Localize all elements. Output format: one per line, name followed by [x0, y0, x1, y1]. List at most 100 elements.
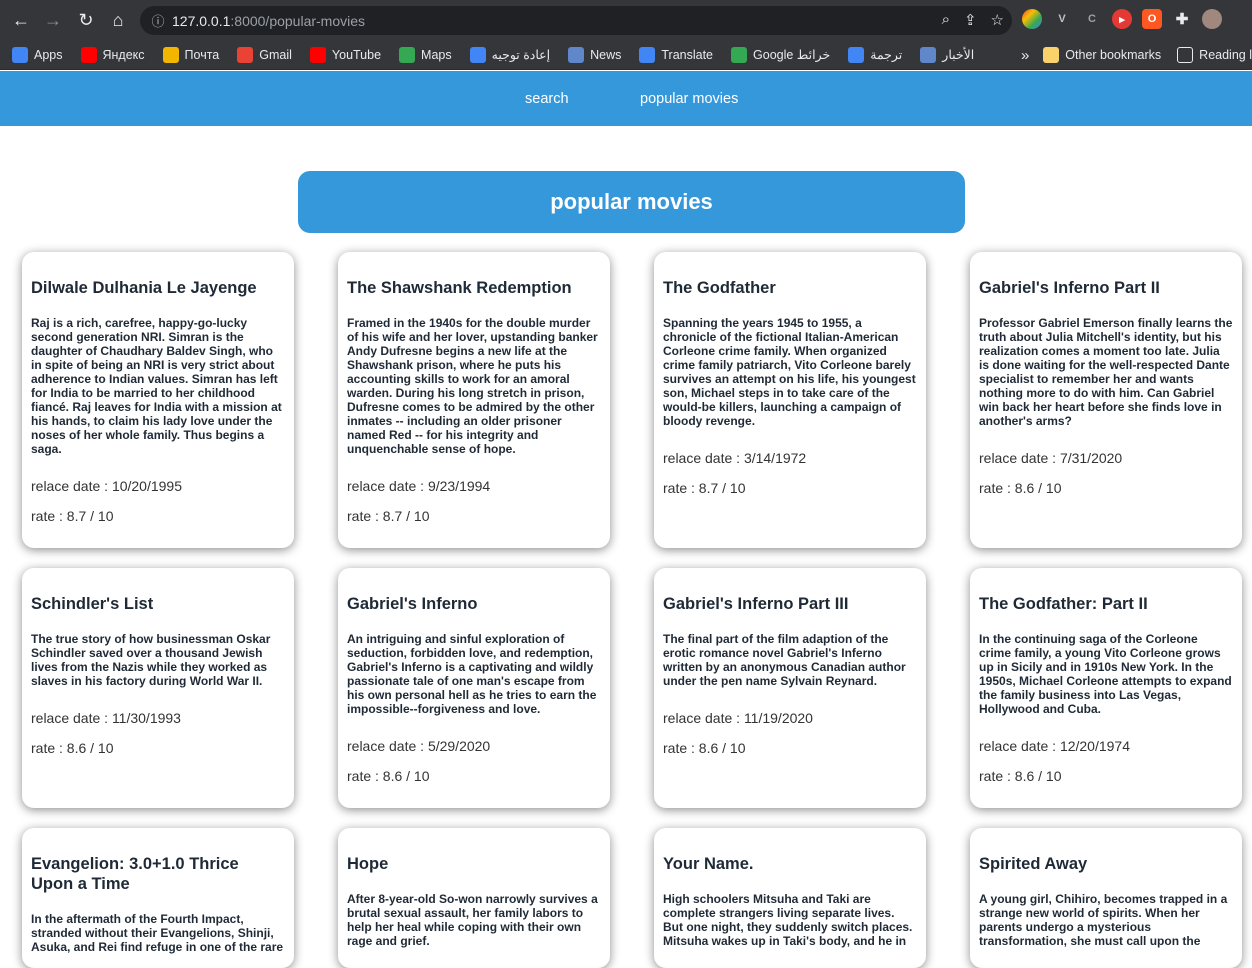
folder-icon — [1043, 47, 1060, 63]
app-navbar: search popular movies — [0, 71, 1252, 126]
movie-overview: In the aftermath of the Fourth Impact, s… — [31, 912, 284, 954]
bookmark-item[interactable]: Яндекс — [80, 46, 145, 63]
back-icon[interactable]: ← — [6, 5, 36, 35]
movie-card[interactable]: Schindler's List The true story of how bu… — [22, 568, 294, 808]
movie-overview: The true story of how businessman Oskar … — [31, 632, 271, 688]
movie-title: Spirited Away — [979, 855, 1088, 873]
browser-toolbar: ← → ↻ ⌂ ⓘ 127.0.0.1:8000/popular-movies … — [0, 0, 1252, 40]
movie-rating: rate : 8.7 / 10 — [31, 508, 114, 524]
movie-release-date: relace date : 5/29/2020 — [347, 738, 491, 754]
bookmark-item[interactable]: إعادة توجيه — [469, 46, 550, 63]
movie-overview: Framed in the 1940s for the double murde… — [347, 316, 598, 456]
movie-card[interactable]: Hope After 8-year-old So-won narrowly sur… — [338, 828, 610, 968]
yandex-icon — [80, 46, 97, 63]
movie-overview: A young girl, Chihiro, becomes trapped i… — [979, 892, 1228, 948]
home-icon[interactable]: ⌂ — [103, 5, 133, 35]
forward-icon[interactable]: → — [38, 5, 68, 35]
movie-card[interactable]: Evangelion: 3.0+1.0 Thrice Upon a Time In… — [22, 828, 294, 968]
zoom-icon[interactable]: ⌕ — [942, 11, 950, 29]
movie-title: The Godfather: Part II — [979, 595, 1148, 613]
other-bookmarks[interactable]: Other bookmarks — [1043, 47, 1161, 63]
news-icon — [920, 46, 937, 63]
movie-rating: rate : 8.7 / 10 — [347, 508, 430, 524]
address-bar[interactable]: ⓘ 127.0.0.1:8000/popular-movies ⌕ ⇪ ☆ — [140, 6, 1012, 35]
movie-rating: rate : 8.6 / 10 — [347, 768, 430, 784]
share-icon[interactable]: ⇪ — [964, 11, 977, 29]
movie-overview: Spanning the years 1945 to 1955, a chron… — [663, 316, 916, 428]
movie-release-date: relace date : 7/31/2020 — [979, 450, 1123, 466]
gmail-icon — [237, 46, 254, 63]
movie-card[interactable]: Gabriel's Inferno Part II Professor Gabri… — [970, 252, 1242, 548]
movie-release-date: relace date : 9/23/1994 — [347, 478, 491, 494]
movie-overview: Raj is a rich, carefree, happy-go-lucky … — [31, 316, 282, 456]
youtube-icon — [309, 46, 326, 63]
movie-release-date: relace date : 3/14/1972 — [663, 450, 807, 466]
bookmark-item[interactable]: ترجمة — [848, 46, 902, 63]
google-icon — [469, 46, 486, 63]
movie-card[interactable]: The Godfather Spanning the years 1945 to … — [654, 252, 926, 548]
nav-search-link[interactable]: search — [525, 91, 569, 107]
movie-title: Gabriel's Inferno — [347, 595, 478, 613]
bookmarks-more-button[interactable]: » — [1021, 47, 1029, 64]
movie-card[interactable]: Spirited Away A young girl, Chihiro, beco… — [970, 828, 1242, 968]
reading-list[interactable]: Reading l — [1177, 47, 1252, 63]
color-picker-extension-icon[interactable] — [1022, 9, 1042, 29]
movie-rating: rate : 8.6 / 10 — [663, 740, 746, 756]
site-info-icon[interactable]: ⓘ — [144, 11, 172, 30]
movie-card[interactable]: Your Name. High schoolers Mitsuha and Tak… — [654, 828, 926, 968]
bookmark-item[interactable]: Apps — [12, 46, 63, 63]
movie-card[interactable]: Gabriel's Inferno An intriguing and sinfu… — [338, 568, 610, 808]
url-text: 127.0.0.1:8000/popular-movies — [172, 12, 366, 29]
movie-title: Your Name. — [663, 855, 754, 873]
extension-icon[interactable]: C — [1082, 9, 1102, 29]
avatar[interactable] — [1202, 9, 1222, 29]
movie-rating: rate : 8.7 / 10 — [663, 480, 746, 496]
extensions-puzzle-icon[interactable]: ✚ — [1172, 9, 1192, 29]
movie-card[interactable]: Gabriel's Inferno Part III The final part… — [654, 568, 926, 808]
page-title: popular movies — [298, 171, 965, 233]
extension-icon[interactable]: ▸ — [1112, 9, 1132, 29]
movie-title: Schindler's List — [31, 595, 154, 613]
movie-overview: The final part of the film adaption of t… — [663, 632, 906, 688]
maps-icon — [731, 46, 748, 63]
vue-extension-icon[interactable]: V — [1052, 9, 1072, 29]
reading-list-icon — [1177, 47, 1194, 63]
bookmark-item[interactable]: الأخبار — [920, 46, 974, 63]
movie-title: Hope — [347, 855, 389, 873]
movie-overview: High schoolers Mitsuha and Taki are comp… — [663, 892, 913, 948]
movie-rating: rate : 8.6 / 10 — [979, 480, 1062, 496]
movie-title: The Godfather — [663, 279, 776, 297]
movie-title: Gabriel's Inferno Part III — [663, 595, 849, 613]
movie-overview: After 8-year-old So-won narrowly survive… — [347, 892, 598, 948]
bookmark-item[interactable]: News — [568, 46, 621, 63]
movie-overview: In the continuing saga of the Corleone c… — [979, 632, 1232, 716]
extension-icon[interactable]: O — [1142, 9, 1162, 29]
movie-release-date: relace date : 12/20/1974 — [979, 738, 1131, 754]
movie-card[interactable]: The Shawshank Redemption Framed in the 19… — [338, 252, 610, 548]
movie-title: Evangelion: 3.0+1.0 Thrice Upon a Time — [31, 855, 239, 893]
movie-rating: rate : 8.6 / 10 — [31, 740, 114, 756]
bookmark-item[interactable]: YouTube — [309, 46, 381, 63]
movie-rating: rate : 8.6 / 10 — [979, 768, 1062, 784]
movie-overview: An intriguing and sinful exploration of … — [347, 632, 597, 716]
bookmark-item[interactable]: Translate — [639, 46, 713, 63]
movie-card[interactable]: Dilwale Dulhania Le Jayenge Raj is a rich… — [22, 252, 294, 548]
reload-icon[interactable]: ↻ — [71, 5, 101, 35]
translate-icon — [848, 46, 865, 63]
movie-release-date: relace date : 11/19/2020 — [663, 710, 813, 726]
apps-grid-icon — [12, 46, 28, 63]
movie-overview: Professor Gabriel Emerson finally learns… — [979, 316, 1233, 428]
movie-title: Dilwale Dulhania Le Jayenge — [31, 279, 257, 297]
movie-release-date: relace date : 10/20/1995 — [31, 478, 183, 494]
movie-title: Gabriel's Inferno Part II — [979, 279, 1160, 297]
bookmark-item[interactable]: Maps — [399, 46, 452, 63]
movie-release-date: relace date : 11/30/1993 — [31, 710, 181, 726]
movie-card[interactable]: The Godfather: Part II In the continuing … — [970, 568, 1242, 808]
bookmark-item[interactable]: Почта — [162, 46, 219, 63]
bookmark-star-icon[interactable]: ☆ — [991, 11, 1004, 29]
movie-title: The Shawshank Redemption — [347, 279, 572, 297]
mail-icon — [162, 46, 179, 63]
bookmark-item[interactable]: Google خرائط — [731, 46, 830, 63]
bookmark-item[interactable]: Gmail — [237, 46, 292, 63]
nav-popular-movies-link[interactable]: popular movies — [640, 91, 738, 107]
